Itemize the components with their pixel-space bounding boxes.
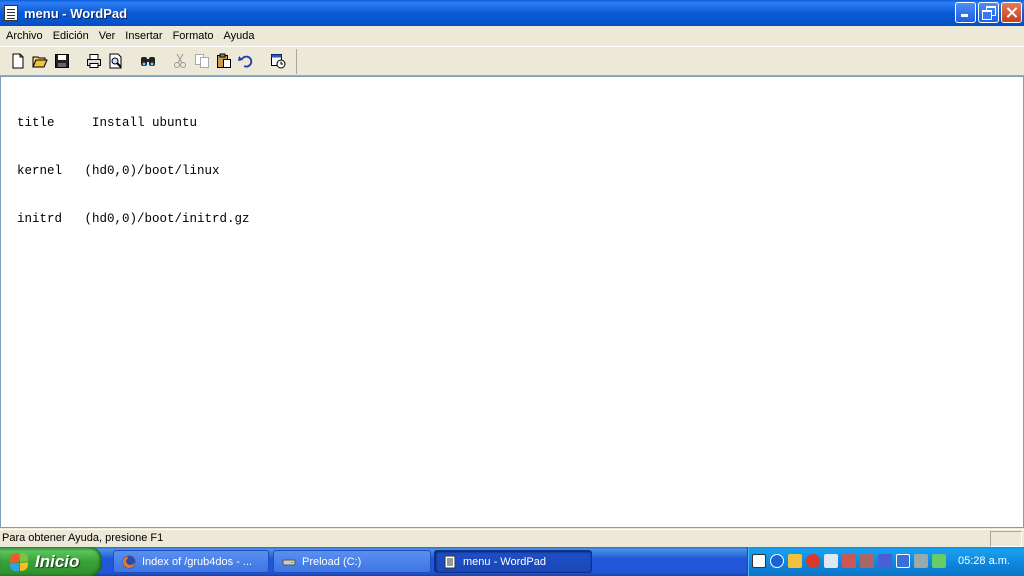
menu-bar: Archivo Edición Ver Insertar Formato Ayu… [0, 26, 1024, 46]
status-text: Para obtener Ayuda, presione F1 [2, 532, 164, 544]
menu-formato[interactable]: Formato [167, 30, 218, 42]
menu-ayuda[interactable]: Ayuda [218, 30, 259, 42]
network-icon[interactable] [824, 554, 838, 568]
print-preview-icon[interactable] [108, 53, 124, 69]
minimize-icon[interactable] [955, 2, 976, 23]
date-time-icon[interactable] [270, 53, 286, 69]
close-icon[interactable] [1001, 2, 1022, 23]
menu-edicion[interactable]: Edición [47, 30, 93, 42]
menu-archivo[interactable]: Archivo [0, 30, 47, 42]
undo-icon[interactable] [238, 53, 254, 69]
taskbar: Inicio Index of /grub4dos - ... Preload … [0, 547, 1024, 576]
menu-insertar[interactable]: Insertar [119, 30, 166, 42]
task-label: menu - WordPad [463, 555, 546, 568]
clock[interactable]: 05:28 a.m. [958, 555, 1010, 567]
task-label: Index of /grub4dos - ... [142, 555, 253, 568]
document-line: initrd (hd0,0)/boot/initrd.gz [17, 212, 250, 226]
document-text[interactable]: title Install ubuntu kernel (hd0,0)/boot… [17, 83, 250, 259]
status-panel [990, 531, 1022, 547]
taskbar-item-wordpad[interactable]: menu - WordPad [434, 550, 592, 573]
new-icon[interactable] [10, 53, 26, 69]
task-label: Preload (C:) [302, 555, 362, 568]
start-button[interactable]: Inicio [0, 547, 102, 576]
document-area[interactable]: title Install ubuntu kernel (hd0,0)/boot… [0, 76, 1024, 528]
taskbar-item-firefox[interactable]: Index of /grub4dos - ... [113, 550, 269, 573]
usb-icon[interactable] [878, 554, 892, 568]
cut-icon[interactable] [172, 53, 188, 69]
print-icon[interactable] [86, 53, 102, 69]
tray-back-icon[interactable] [770, 554, 784, 568]
wordpad-doc-icon[interactable] [4, 5, 18, 21]
toolbar [0, 46, 1024, 76]
caption-buttons [955, 2, 1022, 23]
find-icon[interactable] [140, 53, 156, 69]
network-disconnected-2-icon[interactable] [860, 554, 874, 568]
firefox-icon [122, 555, 136, 568]
menu-ver[interactable]: Ver [93, 30, 120, 42]
system-tray: 05:28 a.m. [747, 547, 1024, 576]
window-titlebar[interactable]: menu - WordPad [0, 0, 1024, 26]
open-icon[interactable] [32, 53, 48, 69]
help-icon[interactable] [752, 554, 766, 568]
tray-app-icon[interactable] [932, 554, 946, 568]
toolbar-band [2, 49, 297, 74]
security-shield-icon[interactable] [788, 554, 802, 568]
wordpad-icon [444, 555, 456, 568]
drive-icon [282, 559, 296, 565]
taskbar-item-preload[interactable]: Preload (C:) [273, 550, 431, 573]
save-icon[interactable] [54, 53, 70, 69]
window-title: menu - WordPad [24, 5, 128, 21]
windows-flag-icon [10, 551, 28, 572]
network-disconnected-icon[interactable] [842, 554, 856, 568]
document-line: title Install ubuntu [17, 116, 198, 130]
restore-icon[interactable] [978, 2, 999, 23]
app-tray-icon[interactable] [896, 554, 910, 568]
copy-icon[interactable] [194, 53, 210, 69]
monitor-icon[interactable] [914, 554, 928, 568]
document-line: kernel (hd0,0)/boot/linux [17, 164, 220, 178]
start-label: Inicio [35, 551, 80, 571]
paste-icon[interactable] [216, 53, 232, 69]
status-bar: Para obtener Ayuda, presione F1 [0, 529, 1024, 548]
security-alert-icon[interactable] [806, 554, 820, 568]
